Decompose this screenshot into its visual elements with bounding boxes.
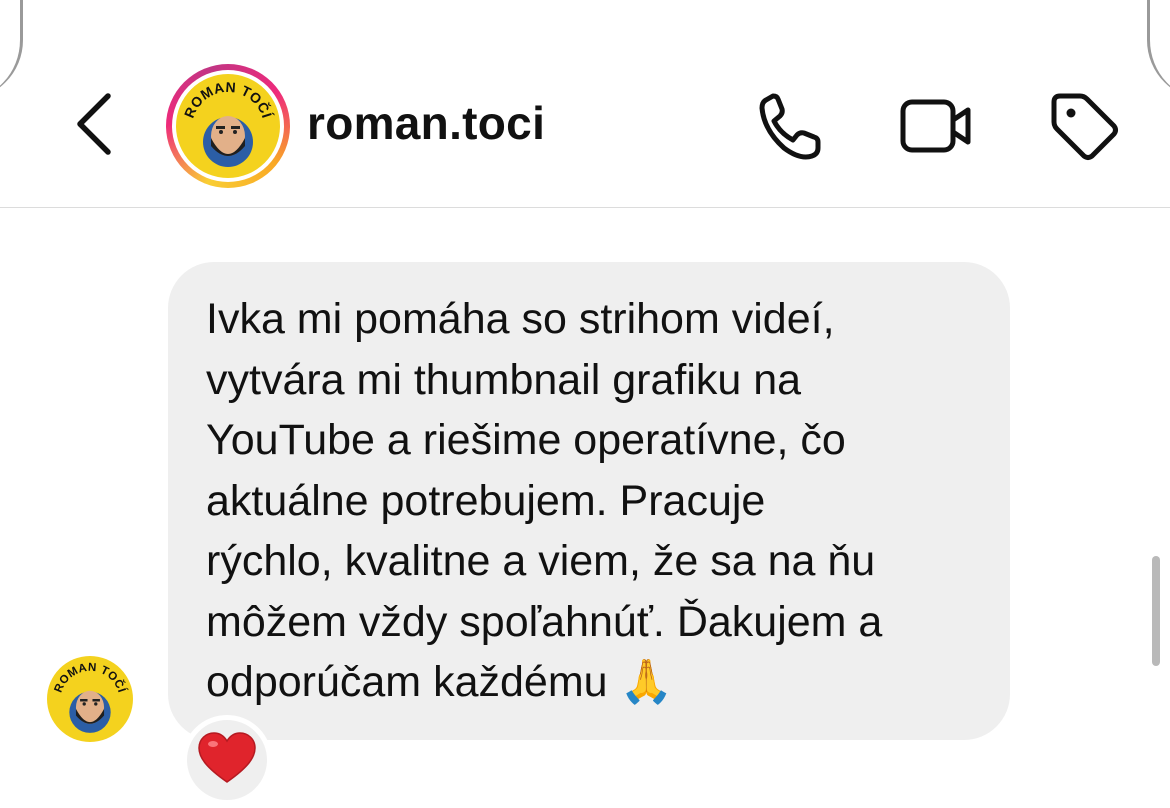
tag-icon bbox=[1051, 93, 1118, 160]
folded-hands-emoji: 🙏 bbox=[619, 658, 674, 706]
sender-avatar[interactable]: ROMAN TOČÍ bbox=[47, 656, 133, 742]
conversation-header: ROMAN TOČÍ roman.toci bbox=[0, 0, 1170, 208]
scrollbar-thumb[interactable] bbox=[1152, 556, 1160, 666]
profile-avatar[interactable]: ROMAN TOČÍ bbox=[166, 64, 290, 188]
heart-reaction[interactable] bbox=[182, 715, 272, 805]
avatar-image: ROMAN TOČÍ bbox=[176, 74, 280, 178]
audio-call-button[interactable] bbox=[752, 88, 828, 164]
message-line: YouTube a riešime operatívne, čo bbox=[206, 416, 846, 464]
svg-text:ROMAN TOČÍ: ROMAN TOČÍ bbox=[181, 79, 276, 121]
video-call-button[interactable] bbox=[898, 88, 974, 164]
message-line: môžem vždy spoľahnúť. Ďakujem a bbox=[206, 597, 883, 646]
received-message-bubble[interactable]: Ivka mi pomáha so strihom videí, vytvára… bbox=[168, 262, 1010, 740]
back-button[interactable] bbox=[68, 88, 124, 160]
message-line: Ivka mi pomáha so strihom videí, bbox=[206, 295, 835, 343]
chevron-left-icon bbox=[77, 93, 111, 155]
heart-icon bbox=[198, 732, 256, 783]
message-line: vytvára mi thumbnail grafiku na bbox=[206, 355, 802, 404]
message-line: rýchlo, kvalitne a viem, že sa na ňu bbox=[206, 537, 876, 585]
message-last-line: odporúčam každému 🙏 bbox=[206, 652, 974, 713]
avatar-ring-gap: ROMAN TOČÍ bbox=[172, 70, 284, 182]
message-line: odporúčam každému bbox=[206, 658, 608, 706]
message-text: Ivka mi pomáha so strihom videí, vytvára… bbox=[206, 289, 974, 713]
avatar-illustration: ROMAN TOČÍ bbox=[181, 79, 276, 167]
video-camera-icon bbox=[900, 99, 971, 153]
conversation-username[interactable]: roman.toci bbox=[307, 96, 545, 150]
label-tag-button[interactable] bbox=[1046, 88, 1122, 164]
phone-icon bbox=[759, 93, 821, 160]
svg-text:ROMAN TOČÍ: ROMAN TOČÍ bbox=[53, 662, 129, 695]
dm-thread-screen: ROMAN TOČÍ roman.toci Ivka mi pomáha so … bbox=[0, 0, 1170, 808]
message-line: aktuálne potrebujem. Pracuje bbox=[206, 476, 766, 525]
sender-avatar-illustration: ROMAN TOČÍ bbox=[53, 662, 129, 733]
